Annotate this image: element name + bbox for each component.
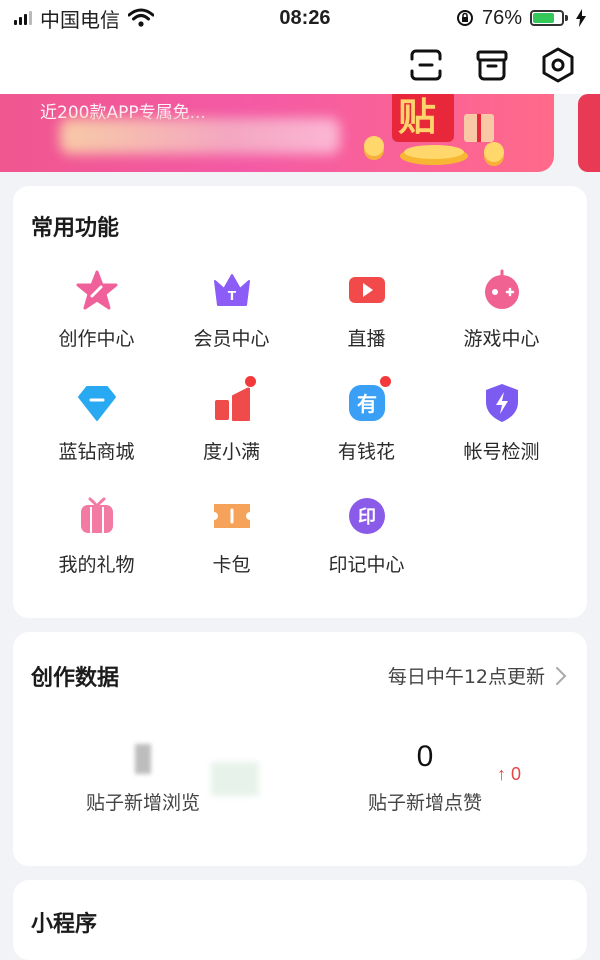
function-label: 游戏中心	[463, 328, 540, 350]
function-grid: 创作中心 T 会员中心 直播 游戏中心 蓝钻商城 度小满有有钱花 帐号检测 我的礼物 卡包印印记中…	[29, 268, 569, 577]
chevron-right-icon	[556, 666, 567, 685]
function-label: 度小满	[202, 441, 260, 463]
function-label: 蓝钻商城	[58, 441, 135, 463]
status-time: 08:26	[279, 6, 331, 29]
crown-icon: T	[210, 268, 254, 312]
promo-banner[interactable]: 近200款APP专属免... 贴	[0, 94, 554, 172]
carrier-label: 中国电信	[40, 9, 120, 32]
function-item[interactable]: 直播	[299, 268, 434, 351]
game-controller-icon	[480, 268, 524, 312]
top-action-bar	[0, 36, 600, 94]
function-label: 有钱花	[337, 441, 395, 463]
video-camera-icon	[345, 268, 389, 312]
blurred-number	[135, 744, 151, 774]
function-item[interactable]: 蓝钻商城	[29, 381, 164, 464]
svg-text:印: 印	[358, 507, 376, 528]
function-label: 直播	[347, 328, 386, 350]
update-text: 每日中午12点更新	[387, 666, 545, 688]
orientation-lock-icon	[456, 10, 473, 26]
ticket-icon	[210, 494, 254, 538]
banner-blurred-area	[60, 118, 340, 154]
star-icon	[75, 268, 119, 312]
notification-dot	[243, 375, 257, 388]
svg-text:T: T	[227, 289, 236, 303]
function-item[interactable]: 游戏中心	[434, 268, 569, 351]
red-envelope-coins-icon: 贴	[364, 94, 504, 166]
wifi-icon	[128, 8, 154, 27]
function-item[interactable]: 卡包	[164, 494, 299, 577]
banner-next-preview[interactable]	[578, 94, 600, 172]
finance-bars-icon	[210, 375, 257, 425]
stat-label: 贴子新增点赞	[367, 792, 482, 814]
battery-percent: 76%	[481, 6, 522, 29]
stat-views[interactable]: 贴子新增浏览	[23, 740, 263, 815]
settings-hexagon-icon[interactable]	[538, 45, 578, 85]
function-item[interactable]: 印印记中心	[299, 494, 434, 577]
section-title: 创作数据	[31, 666, 120, 691]
function-item[interactable]: 度小满	[164, 375, 299, 464]
mini-programs-card: 小程序	[13, 880, 587, 960]
section-title: 小程序	[31, 912, 98, 937]
common-functions-card: 常用功能 创作中心 T 会员中心 直播 游戏中心 蓝钻商城 度小满有有钱花 帐号检测 我的礼物卡…	[13, 186, 587, 618]
status-bar: 中国电信 08:26 76%	[0, 0, 600, 36]
diamond-icon	[75, 381, 119, 425]
shield-bolt-icon	[480, 381, 524, 425]
function-label: 印记中心	[328, 554, 405, 576]
creation-data-card: 创作数据 每日中午12点更新 贴子新增浏览 0 贴子新增点赞 ↑ 0	[13, 632, 587, 866]
section-title: 常用功能	[31, 216, 120, 241]
update-time-link[interactable]: 每日中午12点更新	[388, 662, 567, 689]
money-you-icon: 有	[345, 375, 392, 425]
blurred-patch	[211, 762, 259, 796]
notification-dot	[378, 375, 392, 388]
battery-icon	[530, 10, 568, 26]
svg-text:贴: 贴	[398, 95, 436, 139]
seal-yin-icon: 印	[345, 494, 389, 538]
function-label: 创作中心	[58, 328, 135, 350]
function-item[interactable]: 我的礼物	[29, 494, 164, 577]
function-label: 会员中心	[193, 328, 270, 350]
box-icon[interactable]	[472, 45, 512, 85]
function-label: 卡包	[212, 554, 251, 576]
signal-icon	[14, 11, 32, 25]
svg-text:有: 有	[357, 392, 377, 416]
charging-icon	[576, 9, 586, 27]
function-label: 帐号检测	[463, 441, 540, 463]
function-item[interactable]: T 会员中心	[164, 268, 299, 351]
gift-icon	[75, 494, 119, 538]
function-item[interactable]: 帐号检测	[434, 381, 569, 464]
function-item[interactable]: 创作中心	[29, 268, 164, 351]
function-item[interactable]: 有有钱花	[299, 375, 434, 464]
status-right: 76%	[456, 7, 586, 30]
function-label: 我的礼物	[58, 554, 135, 576]
status-left: 中国电信	[14, 4, 154, 33]
likes-delta: ↑ 0	[497, 764, 522, 784]
scan-icon[interactable]	[406, 45, 446, 85]
